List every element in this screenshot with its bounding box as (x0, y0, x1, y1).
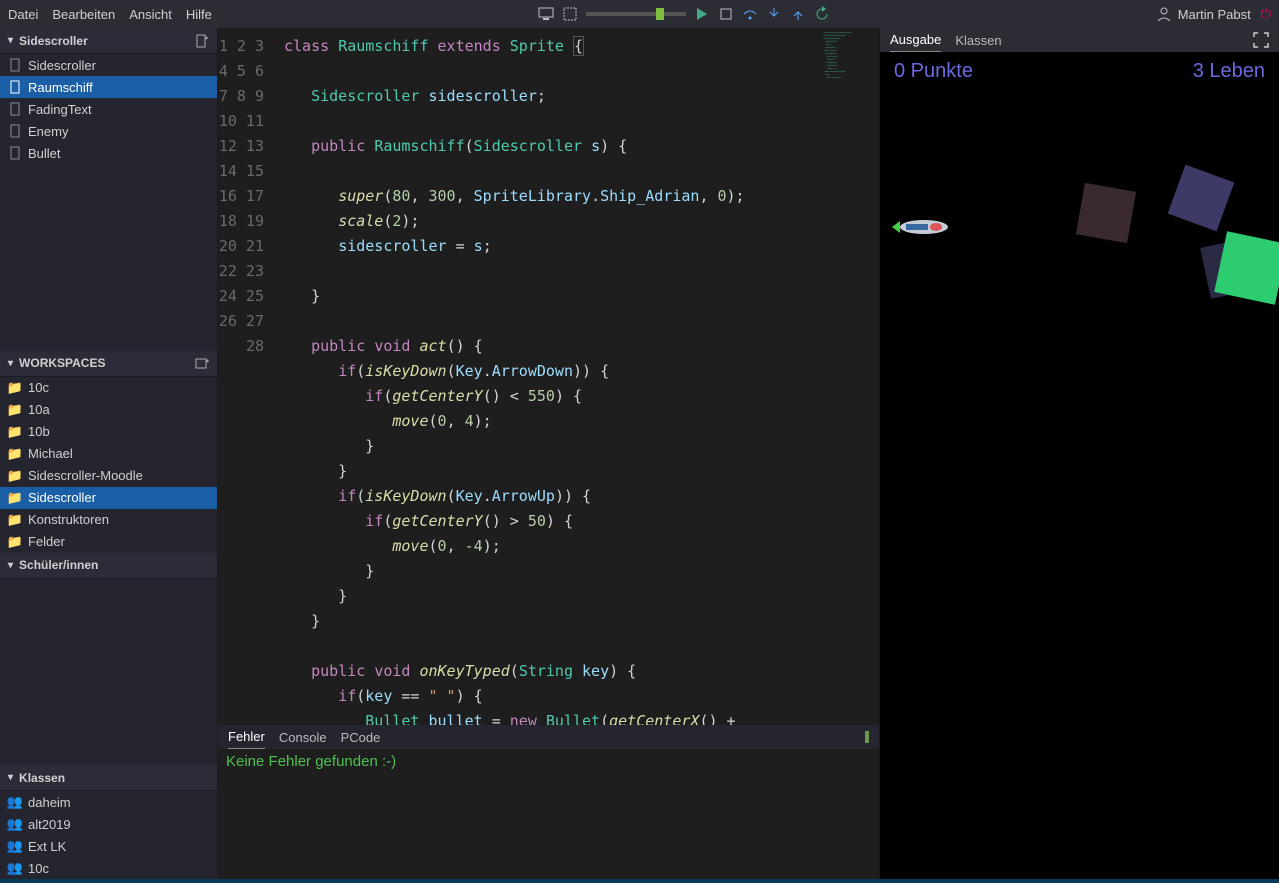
step-out-icon[interactable] (790, 6, 806, 22)
select-icon[interactable] (562, 6, 578, 22)
enemy-sprite (1168, 165, 1235, 232)
file-item[interactable]: Sidescroller (0, 54, 217, 76)
file-list: Sidescroller Raumschiff FadingText Enemy… (0, 54, 217, 164)
workspace-icon: 📁 (8, 513, 22, 527)
workspaces-title: WORKSPACES (19, 356, 105, 370)
play-icon[interactable] (694, 6, 710, 22)
menu-help[interactable]: Hilfe (186, 7, 212, 22)
no-errors-message: Keine Fehler gefunden :-) (226, 753, 396, 770)
chevron-down-icon: ▾ (8, 35, 13, 46)
workspace-icon: 📁 (8, 447, 22, 461)
user-name: Martin Pabst (1178, 7, 1251, 22)
workspace-item[interactable]: 📁10c (0, 377, 217, 399)
klasse-item[interactable]: 👥10c (0, 857, 217, 879)
sidebar: ▾ Sidescroller Sidescroller Raumschiff F… (0, 28, 218, 879)
chevron-down-icon: ▾ (8, 358, 13, 369)
workspace-icon: 📁 (8, 403, 22, 417)
menu-edit[interactable]: Bearbeiten (52, 7, 115, 22)
logout-icon[interactable]: ⏻ (1261, 6, 1271, 22)
file-item[interactable]: FadingText (0, 98, 217, 120)
tab-errors[interactable]: Fehler (228, 725, 265, 749)
new-workspace-icon[interactable] (195, 356, 209, 370)
group-icon: 👥 (8, 795, 22, 809)
klassen-panel-header[interactable]: ▾ Klassen (0, 765, 217, 791)
file-icon (8, 124, 22, 138)
workspace-icon: 📁 (8, 535, 22, 549)
code-area[interactable]: class Raumschiff extends Sprite { Sidesc… (278, 28, 819, 725)
chevron-down-icon: ▾ (8, 560, 13, 571)
output-tabs: Ausgabe Klassen (880, 28, 1279, 52)
user-icon (1156, 6, 1172, 22)
game-output[interactable]: 0 Punkte 3 Leben (880, 52, 1279, 879)
tab-classes[interactable]: Klassen (955, 28, 1001, 52)
tab-pcode[interactable]: PCode (341, 725, 381, 749)
students-panel-header[interactable]: ▾ Schüler/innen (0, 553, 217, 579)
statusbar (0, 879, 1279, 883)
code-editor[interactable]: 1 2 3 4 5 6 7 8 9 10 11 12 13 14 15 16 1… (218, 28, 879, 725)
klasse-item[interactable]: 👥daheim (0, 791, 217, 813)
menu-file[interactable]: Datei (8, 7, 38, 22)
tab-console[interactable]: Console (279, 725, 327, 749)
step-over-icon[interactable] (742, 6, 758, 22)
errors-panel: Keine Fehler gefunden :-) (218, 749, 879, 879)
workspace-icon: 📁 (8, 491, 22, 505)
workspaces-panel-header[interactable]: ▾ WORKSPACES (0, 351, 217, 377)
restart-icon[interactable] (814, 6, 830, 22)
menubar: Datei Bearbeiten Ansicht Hilfe Martin Pa… (0, 0, 1279, 28)
workspace-item[interactable]: 📁Michael (0, 443, 217, 465)
group-icon: 👥 (8, 817, 22, 831)
group-icon: 👥 (8, 861, 22, 875)
klassen-title: Klassen (19, 771, 65, 785)
workspace-item[interactable]: 📁10b (0, 421, 217, 443)
menu-view[interactable]: Ansicht (129, 7, 172, 22)
file-item[interactable]: Raumschiff (0, 76, 217, 98)
workspace-icon: 📁 (8, 381, 22, 395)
workspace-item[interactable]: 📁Felder (0, 531, 217, 553)
workspace-icon: 📁 (8, 425, 22, 439)
chevron-down-icon: ▾ (8, 772, 13, 783)
monitor-icon[interactable] (538, 6, 554, 22)
file-icon (8, 80, 22, 94)
file-icon (8, 102, 22, 116)
workspace-icon: 📁 (8, 469, 22, 483)
workspace-item[interactable]: 📁Sidescroller-Moodle (0, 465, 217, 487)
workspace-item[interactable]: 📁Sidescroller (0, 487, 217, 509)
group-icon: 👥 (8, 839, 22, 853)
hud-points: 0 Punkte (894, 60, 973, 83)
file-item[interactable]: Enemy (0, 120, 217, 142)
klassen-list: 👥daheim 👥alt2019 👥Ext LK 👥10c (0, 791, 217, 879)
file-item[interactable]: Bullet (0, 142, 217, 164)
minimap[interactable]: class Raumschiff extends Sprite Sidescro… (819, 28, 879, 725)
user-display[interactable]: Martin Pabst ⏻ (1156, 6, 1271, 22)
ship-sprite (892, 217, 952, 237)
status-indicator (865, 731, 869, 743)
hud-lives: 3 Leben (1193, 60, 1265, 83)
enemy-sprite (1076, 183, 1136, 243)
speed-slider[interactable] (586, 12, 686, 16)
workspace-list: 📁10c 📁10a 📁10b 📁Michael 📁Sidescroller-Mo… (0, 377, 217, 553)
file-icon (8, 146, 22, 160)
fullscreen-icon[interactable] (1253, 32, 1269, 48)
enemy-sprite (1214, 231, 1279, 305)
tab-output[interactable]: Ausgabe (890, 28, 941, 52)
stop-icon[interactable] (718, 6, 734, 22)
project-title: Sidescroller (19, 34, 88, 48)
step-into-icon[interactable] (766, 6, 782, 22)
workspace-item[interactable]: 📁10a (0, 399, 217, 421)
new-file-icon[interactable] (195, 34, 209, 48)
klasse-item[interactable]: 👥Ext LK (0, 835, 217, 857)
bottom-tabs: Fehler Console PCode (218, 725, 879, 749)
workspace-item[interactable]: 📁Konstruktoren (0, 509, 217, 531)
project-panel-header[interactable]: ▾ Sidescroller (0, 28, 217, 54)
line-gutter: 1 2 3 4 5 6 7 8 9 10 11 12 13 14 15 16 1… (218, 28, 278, 725)
file-icon (8, 58, 22, 72)
students-title: Schüler/innen (19, 558, 98, 572)
klasse-item[interactable]: 👥alt2019 (0, 813, 217, 835)
